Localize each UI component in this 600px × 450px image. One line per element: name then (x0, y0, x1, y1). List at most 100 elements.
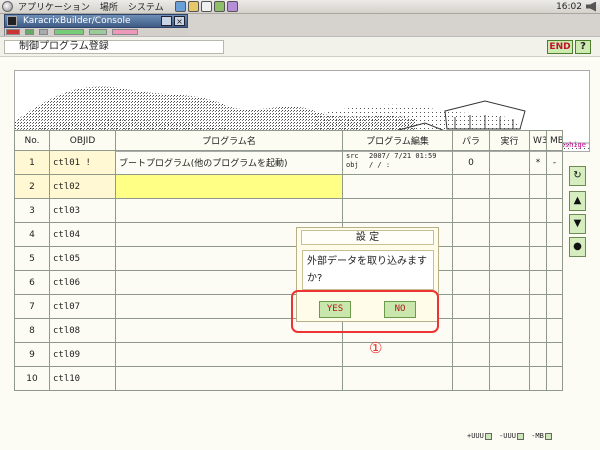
row-exec[interactable] (489, 342, 530, 367)
app-launcher-icon[interactable] (226, 1, 238, 12)
row-exec[interactable] (489, 198, 530, 223)
row-mb[interactable] (546, 198, 563, 223)
toolbar-icon[interactable] (6, 29, 20, 35)
row-program-edit[interactable] (342, 198, 453, 223)
menu-places[interactable]: 場所 (95, 0, 123, 13)
plus-uuu-button[interactable] (484, 432, 492, 440)
row-exec[interactable] (489, 294, 530, 319)
menu-applications[interactable]: アプリケーション (13, 0, 95, 13)
row-w3[interactable] (529, 174, 547, 199)
edit-obj-link[interactable]: obj (346, 161, 359, 170)
row-program-name[interactable]: ブートプログラム(他のプログラムを起動) (115, 150, 343, 175)
row-w3[interactable] (529, 366, 547, 391)
scroll-down-button[interactable]: ▼ (569, 214, 586, 234)
row-mb[interactable] (546, 342, 563, 367)
row-para[interactable] (452, 246, 490, 271)
row-para[interactable] (452, 342, 490, 367)
row-w3[interactable] (529, 294, 547, 319)
row-objid[interactable]: ctl09 (49, 342, 116, 367)
browser-launcher-icon[interactable] (174, 1, 186, 12)
minimize-button[interactable]: _ (161, 16, 172, 26)
row-program-name[interactable] (115, 174, 343, 199)
row-para[interactable] (452, 198, 490, 223)
table-row[interactable]: 6 ctl06 (14, 270, 563, 295)
row-para[interactable] (452, 294, 490, 319)
row-objid[interactable]: ctl08 (49, 318, 116, 343)
mail-launcher-icon[interactable] (187, 1, 199, 12)
scroll-up-button[interactable]: ▲ (569, 191, 586, 211)
menu-system[interactable]: システム (123, 0, 169, 13)
row-exec[interactable] (489, 150, 530, 175)
row-exec[interactable] (489, 222, 530, 247)
edit-src-link[interactable]: src (346, 152, 359, 161)
row-w3[interactable]: * (529, 150, 547, 175)
table-row[interactable]: 4 ctl04 (14, 222, 563, 247)
row-objid[interactable]: ctl01 ! (49, 150, 116, 175)
end-button[interactable]: END (547, 40, 573, 54)
row-exec[interactable] (489, 270, 530, 295)
minus-uuu-button[interactable] (516, 432, 524, 440)
row-mb[interactable] (546, 246, 563, 271)
row-para[interactable] (452, 222, 490, 247)
row-objid[interactable]: ctl06 (49, 270, 116, 295)
row-program-name[interactable] (115, 342, 343, 367)
row-objid[interactable]: ctl05 (49, 246, 116, 271)
toolbar-icon[interactable] (53, 29, 84, 35)
panel-clock[interactable]: 16:02 (556, 2, 582, 12)
volume-icon[interactable] (586, 1, 596, 12)
scroll-position-button[interactable]: ● (569, 237, 586, 257)
row-program-name[interactable] (115, 366, 343, 391)
row-objid[interactable]: ctl04 (49, 222, 116, 247)
table-row[interactable]: 7 ctl07 (14, 294, 563, 319)
row-program-edit[interactable] (342, 366, 453, 391)
row-objid[interactable]: ctl02 (49, 174, 116, 199)
row-exec[interactable] (489, 318, 530, 343)
table-row[interactable]: 10 ctl10 (14, 366, 563, 391)
row-mb[interactable] (546, 222, 563, 247)
row-mb[interactable] (546, 174, 563, 199)
row-objid[interactable]: ctl03 (49, 198, 116, 223)
console-window-titlebar[interactable]: KaracrixBuilder/Console _ × (4, 14, 188, 28)
toolbar-icon[interactable] (111, 29, 138, 35)
row-w3[interactable] (529, 198, 547, 223)
row-mb[interactable] (546, 366, 563, 391)
row-mb[interactable] (546, 294, 563, 319)
table-row[interactable]: 3 ctl03 (14, 198, 563, 223)
table-row[interactable]: 5 ctl05 (14, 246, 563, 271)
editor-launcher-icon[interactable] (200, 1, 212, 12)
toolbar-icon[interactable] (25, 29, 35, 35)
row-objid[interactable]: ctl07 (49, 294, 116, 319)
row-program-edit[interactable] (342, 174, 453, 199)
row-para[interactable] (452, 174, 490, 199)
row-program-name[interactable] (115, 198, 343, 223)
row-w3[interactable] (529, 318, 547, 343)
row-para[interactable] (452, 318, 490, 343)
toolbar-icon[interactable] (39, 29, 49, 35)
row-exec[interactable] (489, 174, 530, 199)
toolbar-icon[interactable] (88, 29, 107, 35)
close-button[interactable]: × (174, 16, 185, 26)
table-row[interactable]: 1 ctl01 ! ブートプログラム(他のプログラムを起動) src obj 2… (14, 150, 563, 175)
row-program-edit[interactable]: src obj 2007/ 7/21 01:59 / / : (342, 150, 453, 175)
row-w3[interactable] (529, 270, 547, 295)
table-row[interactable]: 8 ctl08 (14, 318, 563, 343)
table-row[interactable]: 9 ctl09 (14, 342, 563, 367)
terminal-launcher-icon[interactable] (213, 1, 225, 12)
gnome-foot-icon[interactable] (2, 1, 13, 12)
minus-mb-button[interactable] (544, 432, 552, 440)
row-mb[interactable] (546, 270, 563, 295)
row-objid[interactable]: ctl10 (49, 366, 116, 391)
row-w3[interactable] (529, 246, 547, 271)
row-para[interactable]: 0 (452, 150, 490, 175)
row-para[interactable] (452, 366, 490, 391)
row-exec[interactable] (489, 366, 530, 391)
refresh-icon[interactable]: ↻ (569, 166, 586, 186)
row-mb[interactable]: - (546, 150, 563, 175)
help-button[interactable]: ? (575, 40, 591, 54)
row-mb[interactable] (546, 318, 563, 343)
row-exec[interactable] (489, 246, 530, 271)
table-row[interactable]: 2 ctl02 (14, 174, 563, 199)
row-para[interactable] (452, 270, 490, 295)
row-w3[interactable] (529, 342, 547, 367)
row-w3[interactable] (529, 222, 547, 247)
